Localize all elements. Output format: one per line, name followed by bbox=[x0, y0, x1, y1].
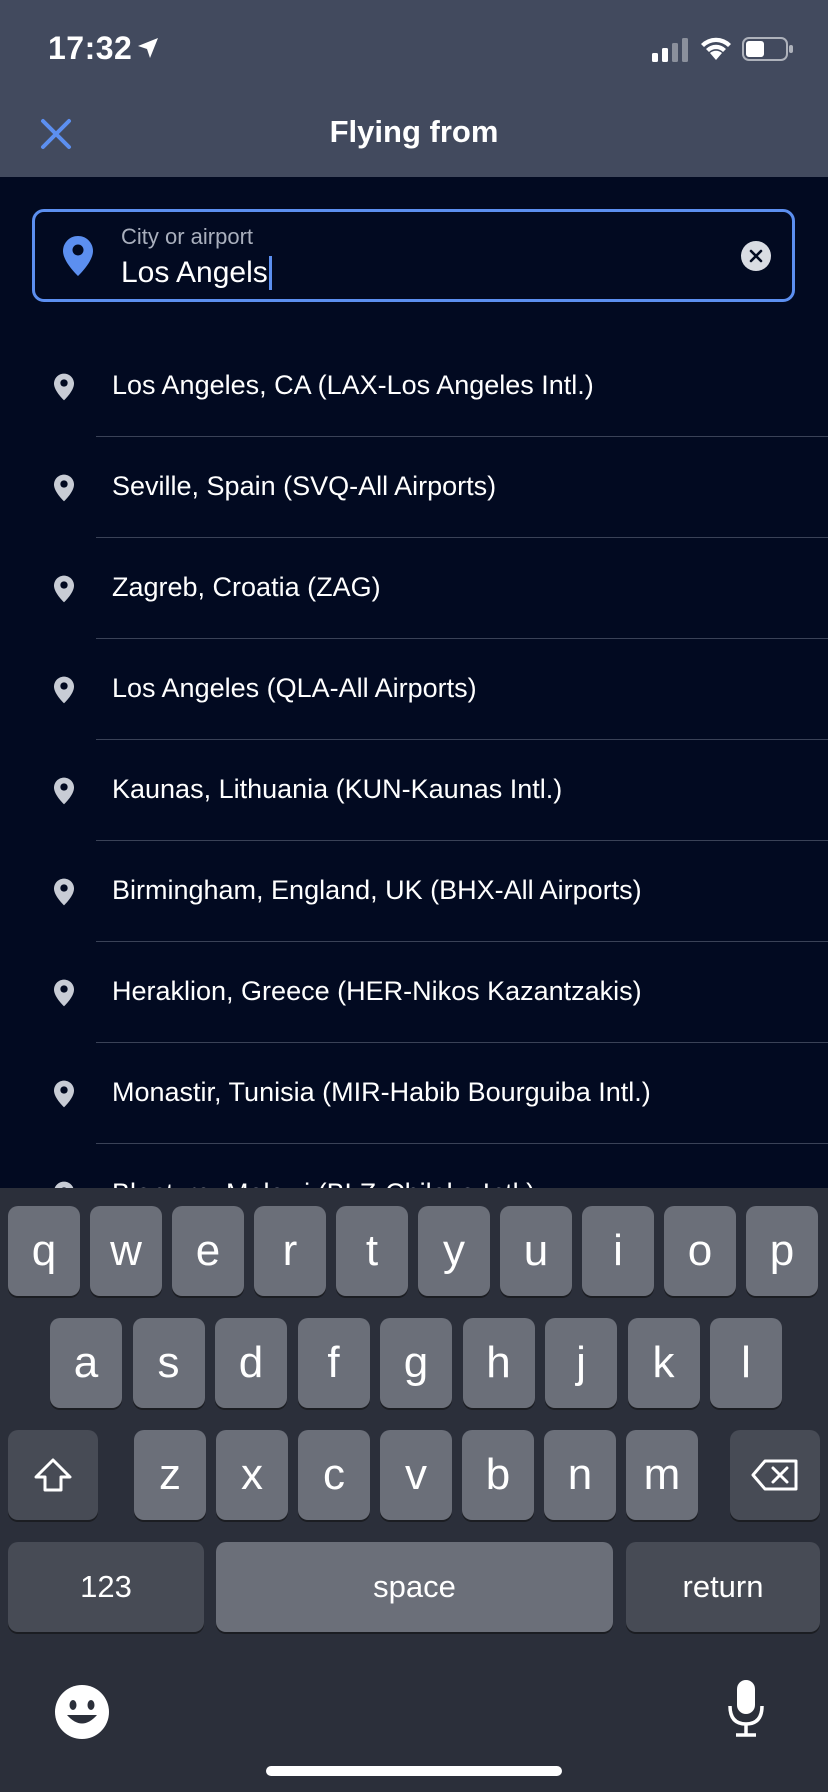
location-pin-icon bbox=[54, 979, 74, 1007]
result-item[interactable]: Zagreb, Croatia (ZAG) bbox=[0, 538, 828, 639]
shift-key[interactable] bbox=[8, 1430, 98, 1520]
space-key[interactable]: space bbox=[216, 1542, 613, 1632]
result-label: Kaunas, Lithuania (KUN-Kaunas Intl.) bbox=[112, 774, 563, 804]
key-d[interactable]: d bbox=[215, 1318, 287, 1408]
key-c[interactable]: c bbox=[298, 1430, 370, 1520]
nav-bar: Flying from bbox=[0, 100, 828, 177]
numbers-key[interactable]: 123 bbox=[8, 1542, 204, 1632]
result-item[interactable]: Monastir, Tunisia (MIR-Habib Bourguiba I… bbox=[0, 1043, 828, 1144]
status-bar: 17:32 bbox=[0, 0, 828, 100]
location-pin-icon bbox=[54, 676, 74, 704]
battery-icon bbox=[742, 37, 793, 61]
result-label: Los Angeles (QLA-All Airports) bbox=[112, 673, 477, 703]
location-pin-icon bbox=[54, 373, 74, 401]
result-label: Seville, Spain (SVQ-All Airports) bbox=[112, 471, 497, 501]
key-w[interactable]: w bbox=[90, 1206, 162, 1296]
key-u[interactable]: u bbox=[500, 1206, 572, 1296]
microphone-icon[interactable] bbox=[726, 1678, 766, 1738]
cellular-signal-icon bbox=[652, 38, 688, 62]
result-item[interactable]: Los Angeles, CA (LAX-Los Angeles Intl.) bbox=[0, 336, 828, 437]
result-item[interactable]: Seville, Spain (SVQ-All Airports) bbox=[0, 437, 828, 538]
shift-icon bbox=[34, 1458, 72, 1492]
clear-x-icon bbox=[749, 249, 763, 263]
key-k[interactable]: k bbox=[627, 1318, 700, 1408]
key-o[interactable]: o bbox=[664, 1206, 736, 1296]
result-item[interactable]: Kaunas, Lithuania (KUN-Kaunas Intl.) bbox=[0, 740, 828, 841]
key-q[interactable]: q bbox=[8, 1206, 80, 1296]
result-item[interactable]: Birmingham, England, UK (BHX-All Airport… bbox=[0, 841, 828, 942]
key-l[interactable]: l bbox=[710, 1318, 782, 1408]
backspace-icon bbox=[751, 1459, 798, 1491]
result-label: Los Angeles, CA (LAX-Los Angeles Intl.) bbox=[112, 370, 594, 400]
result-label: Zagreb, Croatia (ZAG) bbox=[112, 572, 381, 602]
result-label: Heraklion, Greece (HER-Nikos Kazantzakis… bbox=[112, 976, 642, 1006]
search-input[interactable]: City or airport Los Angels bbox=[32, 209, 795, 302]
header: 17:32 Flying from bbox=[0, 0, 828, 177]
key-z[interactable]: z bbox=[134, 1430, 206, 1520]
search-value: Los Angels bbox=[121, 256, 268, 289]
keyboard: q w e r t y u i o p a s d f g h j k l z x c v b n m 123 space return bbox=[0, 1188, 828, 1792]
status-time: 17:32 bbox=[48, 30, 133, 66]
result-label: Birmingham, England, UK (BHX-All Airport… bbox=[112, 875, 642, 905]
home-indicator bbox=[266, 1766, 562, 1776]
key-p[interactable]: p bbox=[746, 1206, 818, 1296]
search-value-container[interactable]: Los Angels bbox=[121, 256, 272, 290]
emoji-icon[interactable] bbox=[54, 1684, 110, 1740]
location-pin-icon bbox=[54, 575, 74, 603]
key-f[interactable]: f bbox=[297, 1318, 370, 1408]
location-arrow-icon bbox=[138, 38, 158, 58]
wifi-icon bbox=[701, 37, 731, 60]
key-m[interactable]: m bbox=[626, 1430, 698, 1520]
key-e[interactable]: e bbox=[172, 1206, 244, 1296]
page-title: Flying from bbox=[329, 114, 499, 149]
text-caret bbox=[268, 256, 272, 290]
key-t[interactable]: t bbox=[336, 1206, 408, 1296]
key-x[interactable]: x bbox=[216, 1430, 288, 1520]
key-r[interactable]: r bbox=[254, 1206, 326, 1296]
key-j[interactable]: j bbox=[545, 1318, 617, 1408]
key-a[interactable]: a bbox=[50, 1318, 122, 1408]
key-b[interactable]: b bbox=[462, 1430, 534, 1520]
key-s[interactable]: s bbox=[132, 1318, 205, 1408]
key-h[interactable]: h bbox=[462, 1318, 535, 1408]
result-label: Monastir, Tunisia (MIR-Habib Bourguiba I… bbox=[112, 1077, 651, 1107]
result-item[interactable]: Los Angeles (QLA-All Airports) bbox=[0, 639, 828, 740]
key-y[interactable]: y bbox=[418, 1206, 490, 1296]
location-pin-icon bbox=[54, 474, 74, 502]
result-item[interactable]: Blantyre, Malawi (BLZ-Chileka Intl.) bbox=[0, 1144, 828, 1190]
return-key[interactable]: return bbox=[626, 1542, 820, 1632]
result-item[interactable]: Heraklion, Greece (HER-Nikos Kazantzakis… bbox=[0, 942, 828, 1043]
search-label: City or airport bbox=[121, 224, 254, 249]
key-v[interactable]: v bbox=[380, 1430, 452, 1520]
location-pin-icon bbox=[54, 878, 74, 906]
location-pin-icon bbox=[63, 236, 93, 276]
delete-key[interactable] bbox=[730, 1430, 820, 1520]
location-pin-icon bbox=[54, 777, 74, 805]
key-i[interactable]: i bbox=[582, 1206, 654, 1296]
location-pin-icon bbox=[54, 1080, 74, 1108]
results-list: Los Angeles, CA (LAX-Los Angeles Intl.) S… bbox=[0, 336, 828, 1190]
key-n[interactable]: n bbox=[544, 1430, 616, 1520]
clear-button[interactable] bbox=[741, 241, 771, 271]
key-g[interactable]: g bbox=[380, 1318, 452, 1408]
